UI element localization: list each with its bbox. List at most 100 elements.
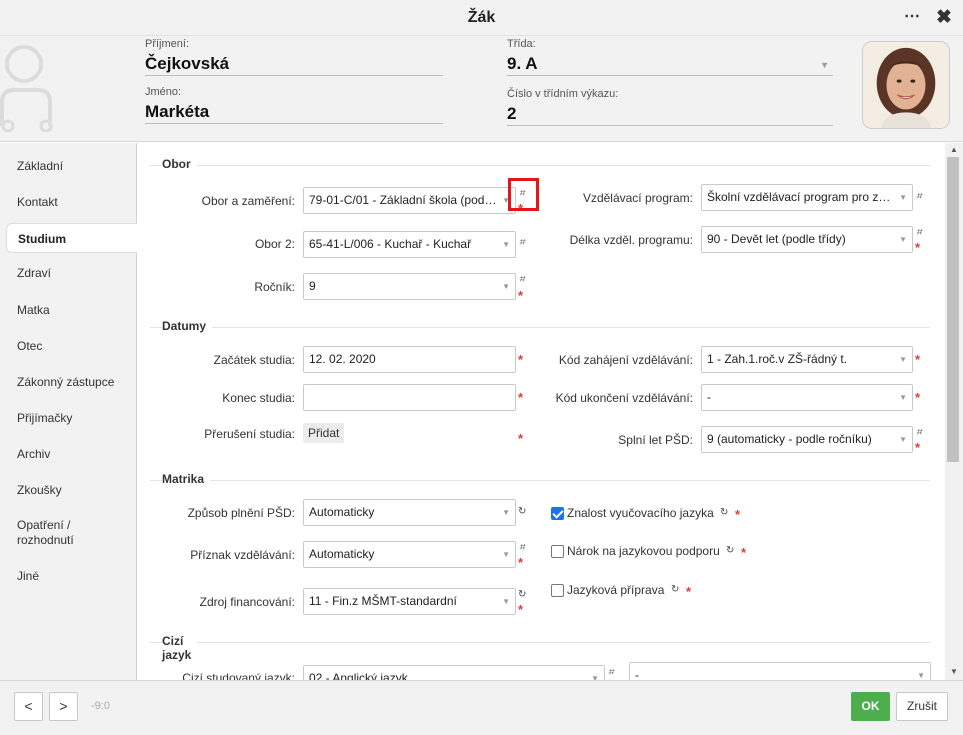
delka-label: Délka vzděl. programu: [569, 233, 693, 247]
chevron-down-icon[interactable]: ▼ [591, 666, 599, 680]
narok-label: Nárok na jazykovou podporu [567, 544, 720, 558]
ok-button[interactable]: OK [851, 692, 890, 721]
refresh-icon[interactable]: ↻ [518, 589, 526, 600]
cizi-jazyk2-select[interactable]: - ▼ [629, 662, 931, 680]
required-icon: * [741, 545, 747, 560]
zpusob-label: Způsob plnění PŠD: [187, 506, 295, 520]
hash-icon[interactable]: ⌗ [608, 667, 614, 678]
zacatek-input[interactable]: 12. 02. 2020 [303, 346, 516, 373]
pridat-button[interactable]: Přidat [303, 423, 345, 443]
cizi-jazyk-label: Cizí studovaný jazyk: [182, 671, 295, 680]
sidebar-item-otec[interactable]: Otec [0, 339, 137, 354]
chevron-down-icon[interactable]: ▼ [899, 385, 907, 410]
required-icon: * [518, 555, 524, 570]
sidebar-item-zakonny-zastupce[interactable]: Zákonný zástupce [0, 375, 137, 390]
section-title-obor: Obor [162, 157, 197, 171]
sidebar-item-jine[interactable]: Jiné [0, 569, 137, 584]
rocnik-select[interactable]: 9 ▼ [303, 273, 516, 300]
required-icon: * [518, 288, 524, 303]
sidebar-item-studium[interactable]: Studium [6, 223, 137, 253]
required-icon: * [915, 352, 921, 367]
znalost-label: Znalost vyučovacího jazyka [567, 506, 714, 520]
splni-select[interactable]: 9 (automaticky - podle ročníku) ▼ [701, 426, 913, 453]
znalost-checkbox[interactable] [551, 507, 564, 520]
name-label: Jméno: [145, 86, 182, 98]
priprava-checkbox[interactable] [551, 584, 564, 597]
chevron-down-icon[interactable]: ▼ [899, 427, 907, 452]
class-label: Třída: [507, 38, 536, 50]
cancel-button[interactable]: Zrušit [896, 692, 948, 721]
sidebar-item-prijimacky[interactable]: Přijímačky [0, 411, 137, 426]
kod-ukonceni-select[interactable]: - ▼ [701, 384, 913, 411]
studium-form: Obor Obor a zaměření: 79-01-C/01 - Zákla… [138, 143, 945, 680]
required-icon: * [735, 507, 741, 522]
class-field[interactable]: Třída: 9. A ▼ [507, 38, 833, 76]
program-select[interactable]: Školní vzdělávací program pro zák... ▼ [701, 184, 913, 211]
konec-label: Konec studia: [222, 391, 295, 405]
sidebar-item-matka[interactable]: Matka [0, 303, 137, 318]
sidebar-item-kontakt[interactable]: Kontakt [0, 195, 137, 210]
narok-checkbox[interactable] [551, 545, 564, 558]
sidebar-item-archiv[interactable]: Archiv [0, 447, 137, 462]
section-title-matrika: Matrika [162, 472, 211, 486]
sidebar-item-zkousky[interactable]: Zkoušky [0, 483, 137, 498]
chevron-down-icon[interactable]: ▼ [899, 347, 907, 372]
chevron-down-icon[interactable]: ▼ [502, 500, 510, 525]
chevron-down-icon[interactable]: ▼ [820, 60, 829, 70]
scroll-up-icon[interactable]: ▲ [950, 145, 958, 154]
refresh-icon[interactable]: ↻ [720, 507, 728, 518]
chevron-down-icon[interactable]: ▼ [502, 542, 510, 567]
scroll-down-icon[interactable]: ▼ [950, 667, 958, 676]
required-icon: * [915, 390, 921, 405]
refresh-icon[interactable]: ↻ [671, 584, 679, 595]
class-value[interactable]: 9. A [507, 52, 833, 76]
surname-label: Příjmení: [145, 38, 190, 50]
hash-icon[interactable]: ⌗ [519, 274, 525, 285]
zpusob-select[interactable]: Automaticky ▼ [303, 499, 516, 526]
sidebar-item-zakladni[interactable]: Základní [0, 159, 137, 174]
section-title-datumy: Datumy [162, 319, 213, 333]
next-button[interactable]: > [49, 692, 78, 721]
program-label: Vzdělávací program: [582, 191, 693, 205]
sidebar-item-zdravi[interactable]: Zdraví [0, 266, 137, 281]
sidebar-item-opatreni[interactable]: Opatření / rozhodnutí [0, 518, 137, 548]
class-number-label: Číslo v třídním výkazu: [507, 88, 619, 100]
close-icon[interactable]: ✖ [936, 6, 952, 29]
priznak-label: Příznak vzdělávání: [190, 548, 295, 562]
hash-icon[interactable]: ⌗ [519, 542, 525, 553]
hash-icon[interactable]: ⌗ [916, 191, 922, 202]
previous-button[interactable]: < [14, 692, 43, 721]
chevron-down-icon[interactable]: ▼ [502, 274, 510, 299]
zdroj-select[interactable]: 11 - Fin.z MŠMT-standardní ▼ [303, 588, 516, 615]
chevron-down-icon[interactable]: ▼ [917, 663, 925, 680]
chevron-down-icon[interactable]: ▼ [502, 232, 510, 257]
delka-select[interactable]: 90 - Devět let (podle třídy) ▼ [701, 226, 913, 253]
hash-icon[interactable]: ⌗ [916, 427, 922, 438]
obor2-label: Obor 2: [254, 237, 295, 251]
scrollbar-thumb[interactable] [947, 157, 959, 462]
required-icon: * [915, 440, 921, 455]
refresh-icon[interactable]: ↻ [518, 506, 526, 517]
chevron-down-icon[interactable]: ▼ [899, 185, 907, 210]
hash-icon[interactable]: ⌗ [916, 227, 922, 238]
form-scrollbar[interactable]: ▲ ▼ [945, 143, 963, 680]
section-title-cizi-jazyk: Cizí jazyk [162, 634, 198, 662]
obor2-select[interactable]: 65-41-L/006 - Kuchař - Kuchař ▼ [303, 231, 516, 258]
priznak-select[interactable]: Automaticky ▼ [303, 541, 516, 568]
more-options-icon[interactable]: ⋯ [904, 6, 921, 26]
dialog-footer: < > -9:0 OK Zrušit [0, 680, 963, 735]
chevron-down-icon[interactable]: ▼ [899, 227, 907, 252]
required-icon: * [915, 240, 921, 255]
kod-zahajeni-select[interactable]: 1 - Zah.1.roč.v ZŠ-řádný t. ▼ [701, 346, 913, 373]
obor-select[interactable]: 79-01-C/01 - Základní škola (podle... ▼ [303, 187, 516, 214]
student-header: Příjmení: Čejkovská Jméno: Markéta Třída… [0, 36, 963, 142]
chevron-down-icon[interactable]: ▼ [502, 589, 510, 614]
refresh-icon[interactable]: ↻ [726, 545, 734, 556]
zacatek-label: Začátek studia: [213, 353, 295, 367]
konec-input[interactable] [303, 384, 516, 411]
required-icon: * [686, 584, 692, 599]
record-counter: -9:0 [91, 700, 110, 712]
student-photo [862, 41, 950, 129]
kod-ukonceni-label: Kód ukončení vzdělávání: [555, 391, 693, 405]
cizi-jazyk-select[interactable]: 02 - Anglický jazyk ▼ [303, 665, 605, 680]
